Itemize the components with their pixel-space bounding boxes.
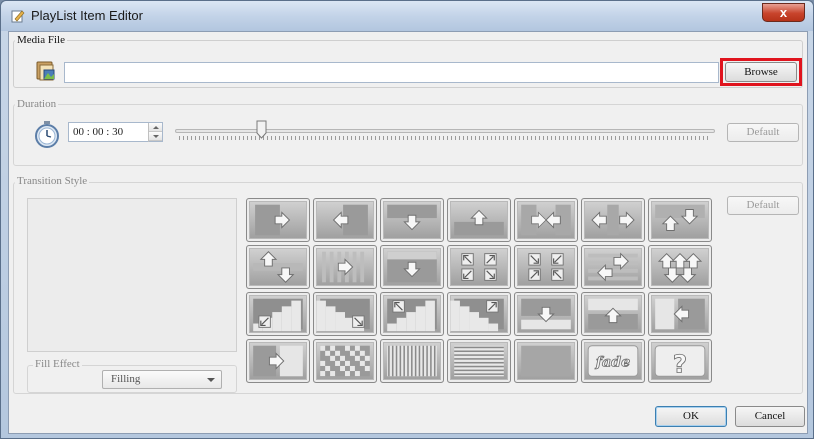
- transition-tile-stairs-down-left[interactable]: [246, 292, 310, 336]
- transition-tile-stairs-up-right[interactable]: [447, 292, 511, 336]
- plain-cut-icon: [521, 345, 571, 377]
- tile-text: ?: [673, 349, 687, 378]
- transition-tile-interleave-horizontal[interactable]: [581, 245, 645, 289]
- media-file-group-label: Media File: [15, 34, 67, 46]
- spin-up-icon[interactable]: [149, 123, 162, 132]
- split-horizontal-icon: [591, 204, 635, 236]
- transition-tile-fade[interactable]: fade: [581, 339, 645, 383]
- vertical-bars-icon: [387, 345, 437, 377]
- slide-right-icon: [255, 204, 291, 236]
- transition-tile-converge-horizontal[interactable]: [514, 198, 578, 242]
- transition-tile-stairs-up-left[interactable]: [380, 292, 444, 336]
- edit-icon: [11, 10, 25, 23]
- stairs-up-left-icon: [387, 298, 437, 332]
- transition-tile-slide-left[interactable]: [313, 198, 377, 242]
- duration-slider-thumb[interactable]: [256, 120, 267, 139]
- transition-tile-dissolve-checker[interactable]: [313, 339, 377, 383]
- cover-down-icon: [521, 298, 571, 330]
- transition-tile-vertical-bars[interactable]: [380, 339, 444, 383]
- transition-tile-random[interactable]: ?: [648, 339, 712, 383]
- duration-default-button[interactable]: Default: [727, 123, 799, 142]
- transition-tile-horizontal-bars[interactable]: [447, 339, 511, 383]
- transition-tile-cover-down[interactable]: [514, 292, 578, 336]
- horizontal-bars-icon: [454, 345, 504, 377]
- duration-spinner[interactable]: [148, 123, 162, 142]
- slide-left-icon: [332, 204, 368, 236]
- slide-up-icon: [454, 209, 504, 236]
- playlist-item-editor-window: PlayList Item Editor x Media File Browse…: [0, 0, 814, 439]
- transition-tile-plain-cut[interactable]: [514, 339, 578, 383]
- random-icon: ?: [654, 345, 706, 379]
- duration-time-input[interactable]: 00 : 00 : 30: [68, 122, 163, 142]
- transition-style-group-label: Transition Style: [15, 175, 90, 187]
- transition-tile-contract-corners[interactable]: [514, 245, 578, 289]
- media-file-path-input[interactable]: [64, 62, 719, 83]
- transition-tile-slide-up[interactable]: [447, 198, 511, 242]
- window-title: PlayList Item Editor: [31, 8, 143, 23]
- close-button[interactable]: x: [762, 3, 805, 22]
- cover-up-icon: [588, 298, 638, 330]
- spin-down-icon[interactable]: [149, 132, 162, 141]
- transition-tile-push-down[interactable]: [380, 245, 444, 289]
- transition-tile-split-arrows[interactable]: [648, 245, 712, 289]
- transition-tile-slide-down[interactable]: [380, 198, 444, 242]
- push-down-icon: [387, 251, 437, 283]
- fill-effect-select[interactable]: Filling: [102, 370, 222, 389]
- transition-tile-stairs-down-right[interactable]: [313, 292, 377, 336]
- blinds-right-icon: [322, 251, 365, 283]
- dialog-body: Media File Browse Duration 00 : 00 : 30: [8, 31, 808, 434]
- title-bar[interactable]: PlayList Item Editor x: [1, 1, 813, 31]
- reveal-right-icon: [253, 345, 303, 377]
- fill-effect-label: Fill Effect: [33, 358, 82, 370]
- browse-button[interactable]: Browse: [725, 62, 797, 82]
- split-arrows-icon: [657, 252, 703, 283]
- interleave-vertical-icon: [253, 251, 303, 283]
- transition-tile-cover-left[interactable]: [648, 292, 712, 336]
- fill-effect-value: Filling: [111, 373, 141, 385]
- chevron-down-icon: [207, 378, 215, 382]
- transition-tile-split-horizontal[interactable]: [581, 198, 645, 242]
- ok-button[interactable]: OK: [655, 406, 727, 427]
- stairs-up-right-icon: [450, 298, 504, 332]
- transition-preview: [27, 198, 237, 352]
- duration-time-value: 00 : 00 : 30: [73, 126, 124, 138]
- transition-tile-split-vertical[interactable]: [648, 198, 712, 242]
- transition-default-button[interactable]: Default: [727, 196, 799, 215]
- expand-corners-icon: [461, 253, 497, 281]
- dissolve-checker-icon: [320, 345, 370, 377]
- stopwatch-icon: [35, 121, 59, 148]
- cancel-button[interactable]: Cancel: [735, 406, 805, 427]
- stairs-down-left-icon: [253, 298, 303, 332]
- interleave-horizontal-icon: [588, 252, 638, 282]
- converge-horizontal-icon: [521, 204, 571, 236]
- slide-down-icon: [387, 204, 437, 231]
- tile-text: fade: [595, 355, 631, 371]
- fade-icon: fade: [587, 345, 639, 377]
- transition-tile-blinds-right[interactable]: [313, 245, 377, 289]
- transition-tile-cover-up[interactable]: [581, 292, 645, 336]
- transition-tile-expand-corners[interactable]: [447, 245, 511, 289]
- transition-tile-reveal-right[interactable]: [246, 339, 310, 383]
- cover-left-icon: [655, 298, 705, 330]
- transition-tile-interleave-vertical[interactable]: [246, 245, 310, 289]
- transition-tile-slide-right[interactable]: [246, 198, 310, 242]
- contract-corners-icon: [528, 253, 564, 281]
- split-vertical-icon: [655, 204, 705, 231]
- duration-group-label: Duration: [15, 98, 59, 110]
- file-folder-icon: [36, 61, 55, 81]
- stairs-down-right-icon: [316, 298, 370, 332]
